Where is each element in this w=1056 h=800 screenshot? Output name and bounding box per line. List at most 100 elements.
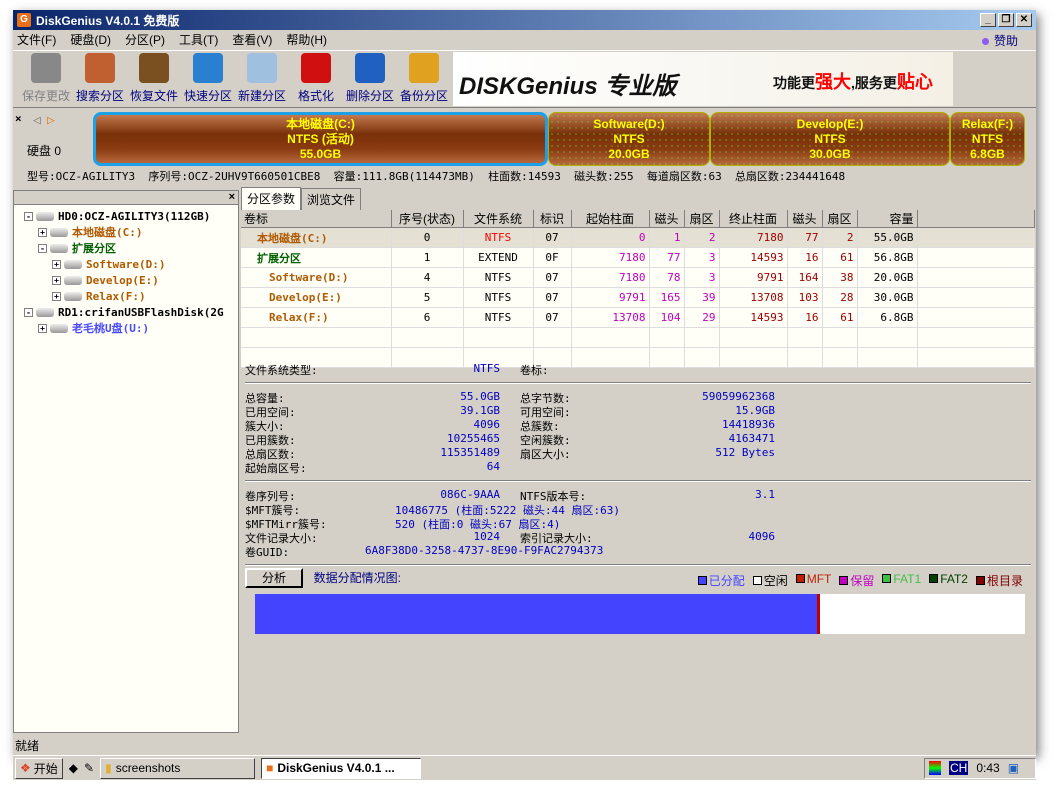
sponsor-link[interactable]: 赞助	[981, 32, 1018, 49]
close-tree-icon[interactable]: ×	[229, 191, 235, 203]
disk-label: 硬盘 0	[27, 144, 62, 158]
display-icon[interactable]	[929, 761, 941, 775]
table-row[interactable]: Software(D:) 4 NTFS 07 7180 78 3 9791 164 38 20.0G…	[241, 267, 1035, 288]
detail-label: 总簇数:	[520, 420, 560, 433]
tree-node[interactable]: - RD1:crifanUSBFlashDisk(2G	[24, 304, 238, 320]
tree-node[interactable]: + 老毛桃U盘(U:)	[24, 320, 238, 336]
detail-row: 总扇区数: 115351489 扇区大小: 512 Bytes	[245, 446, 1031, 461]
detail-value	[700, 516, 835, 530]
toolbar-button[interactable]: 搜索分区	[73, 51, 127, 107]
quicklaunch-icon[interactable]: ◆	[69, 761, 78, 775]
tree-node-label: 老毛桃U盘(U:)	[72, 322, 150, 335]
table-cell: NTFS	[463, 227, 534, 248]
table-cell: 77	[649, 247, 685, 268]
quicklaunch-icon[interactable]: ✎	[84, 761, 94, 775]
tree-node[interactable]: + Relax(F:)	[24, 288, 238, 304]
column-header[interactable]: 序号(状态)	[391, 210, 464, 228]
close-button[interactable]: ✕	[1016, 13, 1032, 27]
toolbar-icon	[355, 53, 385, 83]
start-button[interactable]: ❖ 开始	[15, 757, 63, 779]
legend-label: FAT2	[940, 572, 968, 586]
toolbar-button[interactable]: 快速分区	[181, 51, 235, 107]
language-indicator[interactable]: CH	[949, 761, 969, 775]
tree-node[interactable]: - 扩展分区	[24, 240, 238, 256]
tab[interactable]: 分区参数	[241, 187, 302, 210]
legend-swatch	[795, 574, 805, 583]
menu-item[interactable]: 分区(P)	[125, 31, 165, 48]
restore-button[interactable]: ❐	[998, 13, 1014, 27]
partition-block[interactable]: Develop(E:) NTFS 30.0GB	[710, 112, 950, 166]
menu-item[interactable]: 工具(T)	[179, 31, 218, 48]
status-text: 就绪	[15, 739, 40, 753]
toolbar-button[interactable]: 新建分区	[235, 51, 289, 107]
partition-size: 55.0GB	[299, 146, 342, 161]
partition-fs: NTFS (活动)	[287, 131, 354, 146]
taskbar-item-screenshots[interactable]: ▮ screenshots	[100, 757, 256, 779]
tree-node[interactable]: + Software(D:)	[24, 256, 238, 272]
collapse-icon[interactable]: -	[24, 307, 33, 317]
table-cell: 2	[822, 227, 858, 248]
table-cell: 164	[787, 267, 823, 288]
table-row[interactable]: 本地磁盘(C:) 0 NTFS 07 0 1 2 7180 77 2 55.0GB	[241, 227, 1035, 248]
collapse-icon[interactable]: -	[38, 243, 47, 253]
toolbar-button[interactable]: 备份分区	[397, 51, 451, 107]
menu-item[interactable]: 文件(F)	[17, 31, 56, 48]
column-header[interactable]: 终止柱面	[719, 210, 788, 228]
detail-row: 文件记录大小: 1024 索引记录大小: 4096	[245, 530, 1031, 545]
toolbar-button[interactable]: 恢复文件	[127, 51, 181, 107]
toolbar-button[interactable]: 保存更改	[19, 51, 73, 107]
table-cell: 3	[684, 267, 720, 288]
column-header[interactable]: 磁头	[649, 210, 685, 228]
close-panel-icon[interactable]: ×	[15, 112, 22, 125]
next-disk-button[interactable]: ▷	[47, 113, 55, 128]
table-row[interactable]: Develop(E:) 5 NTFS 07 9791 165 39 13708 103 28 30.…	[241, 287, 1035, 308]
collapse-icon[interactable]: -	[24, 211, 33, 221]
partition-block[interactable]: Relax(F:) NTFS 6.8GB	[950, 112, 1025, 166]
detail-label	[580, 516, 700, 530]
detail-value: 39.1GB	[460, 404, 500, 417]
detail-row: 卷序列号: 086C-9AAA NTFS版本号: 3.1	[245, 488, 1031, 503]
partition-panel: 分区参数 浏览文件 卷标 序号(状态) 文件系统 标识 起始柱面 磁头 扇区 终止柱面 磁头 扇区容…	[241, 187, 1035, 733]
partition-block[interactable]: Software(D:) NTFS 20.0GB	[548, 112, 710, 166]
column-header[interactable]: 文件系统	[463, 210, 534, 228]
network-icon[interactable]: ▣	[1008, 761, 1019, 775]
table-cell: 78	[649, 267, 685, 288]
tree-node[interactable]: + Develop(E:)	[24, 272, 238, 288]
expand-icon[interactable]: +	[38, 323, 47, 333]
tree-node[interactable]: - HD0:OCZ-AGILITY3(112GB)	[24, 208, 238, 224]
windows-logo-icon: ❖	[20, 761, 31, 775]
expand-icon[interactable]: +	[52, 291, 61, 301]
menu-item[interactable]: 查看(V)	[232, 31, 272, 48]
detail-row: 簇大小: 4096 总簇数: 14418936	[245, 418, 1031, 433]
prev-disk-button[interactable]: ◁	[33, 113, 41, 128]
menu-item[interactable]: 帮助(H)	[286, 31, 327, 48]
menu-item[interactable]: 硬盘(D)	[70, 31, 111, 48]
column-header[interactable]: 起始柱面	[571, 210, 650, 228]
toolbar-button[interactable]: 格式化	[289, 51, 343, 107]
expand-icon[interactable]: +	[38, 227, 47, 237]
detail-label: 卷序列号:	[245, 490, 296, 503]
table-row[interactable]: 扩展分区 1 EXTEND 0F 7180 77 3 14593 16 61 56.8GB	[241, 247, 1035, 268]
column-header[interactable]: 容量	[857, 210, 918, 228]
taskbar-item-diskgenius[interactable]: ■ DiskGenius V4.0.1 ...	[261, 757, 422, 779]
partition-details: 文件系统类型: NTFS 卷标: 总容量: 55.0GB 总字节数: 5905996236…	[245, 362, 1031, 572]
minimize-button[interactable]: _	[980, 13, 996, 27]
expand-icon[interactable]: +	[52, 275, 61, 285]
column-header[interactable]: 扇区	[684, 210, 720, 228]
column-header[interactable]: 标识	[533, 210, 572, 228]
expand-icon[interactable]: +	[52, 259, 61, 269]
analyze-button[interactable]: 分析	[245, 568, 303, 588]
drive-icon	[36, 211, 54, 221]
table-row[interactable]: Relax(F:) 6 NTFS 07 13708 104 29 14593 16 61 6.8GB	[241, 307, 1035, 328]
legend-swatch	[975, 576, 985, 585]
column-header[interactable]: 磁头	[787, 210, 823, 228]
banner-ad[interactable]: DISKGenius 专业版 功能更强大,服务更贴心	[453, 52, 953, 106]
table-cell: 0	[571, 227, 650, 248]
column-header[interactable]: 扇区	[822, 210, 858, 228]
allocation-map	[255, 594, 1025, 634]
column-header[interactable]: 卷标	[241, 210, 392, 228]
tab[interactable]: 浏览文件	[301, 188, 362, 210]
partition-block[interactable]: 本地磁盘(C:) NTFS (活动) 55.0GB	[93, 112, 548, 166]
tree-node[interactable]: + 本地磁盘(C:)	[24, 224, 238, 240]
toolbar-button[interactable]: 删除分区	[343, 51, 397, 107]
